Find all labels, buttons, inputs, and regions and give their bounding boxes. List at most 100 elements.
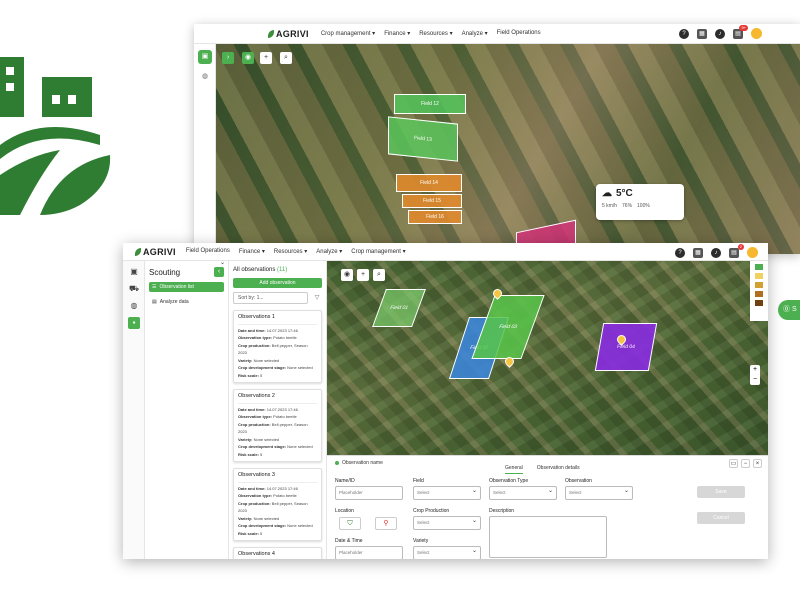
- bell-icon[interactable]: ♪: [715, 28, 725, 39]
- calendar-icon[interactable]: ▦: [693, 247, 703, 258]
- map-field[interactable]: Field 12: [394, 94, 466, 114]
- satellite-icon[interactable]: ◍: [128, 300, 140, 312]
- date-label: Date & Time: [335, 538, 363, 544]
- expand-icon[interactable]: ›: [222, 52, 234, 64]
- help-icon[interactable]: ?: [675, 247, 685, 258]
- observation-card[interactable]: Observations 1 Date and time: 14.07.2023…: [233, 310, 322, 383]
- layers-icon[interactable]: ◉: [341, 269, 353, 281]
- observation-card[interactable]: Observations 2 Date and time: 14.07.2023…: [233, 389, 322, 462]
- field-select[interactable]: Select: [413, 485, 481, 500]
- filter-icon[interactable]: ▽: [312, 293, 322, 303]
- nav-field-operations[interactable]: Field Operations: [186, 248, 230, 255]
- menu-label: Observation list: [159, 284, 194, 290]
- map-field[interactable]: Field 03: [471, 295, 545, 359]
- nav-crop-management[interactable]: Crop management ▾: [351, 248, 405, 255]
- crop-production-label: Crop Production: [413, 508, 450, 514]
- minimize-icon[interactable]: −: [741, 459, 750, 468]
- field-label: Field 15: [423, 198, 441, 204]
- search-icon[interactable]: ⌕: [280, 52, 292, 64]
- map-field[interactable]: Field 04: [594, 323, 658, 371]
- bell-icon[interactable]: ♪: [711, 247, 721, 258]
- tractor-icon[interactable]: ⛟: [128, 283, 140, 295]
- map-field[interactable]: Field 01: [372, 289, 426, 327]
- agrivi-logo-icon: [0, 57, 111, 215]
- description-textarea[interactable]: [489, 516, 607, 558]
- card-value: 5: [260, 451, 263, 457]
- clouds-value: 100%: [637, 203, 650, 209]
- print-icon[interactable]: ▭: [729, 459, 738, 468]
- map-field[interactable]: Field 15: [402, 194, 462, 208]
- zoom-out-icon[interactable]: −: [750, 375, 760, 385]
- card-label: Risk scale:: [238, 530, 259, 536]
- card-label: Variety:: [238, 436, 253, 442]
- layers-icon[interactable]: ◉: [242, 52, 254, 64]
- card-label: Date and time:: [238, 485, 266, 491]
- main-nav: Crop management ▾ Finance ▾ Resources ▾ …: [321, 30, 541, 37]
- calendar-icon[interactable]: ▦: [697, 28, 707, 39]
- tab-observation-details[interactable]: Observation details: [537, 465, 580, 474]
- map-field[interactable]: Field 16: [408, 210, 462, 224]
- avatar[interactable]: [747, 247, 758, 258]
- map-field[interactable]: Field 13: [388, 116, 458, 162]
- satellite-icon[interactable]: ◍: [198, 70, 212, 84]
- observations-heading: All observations (11): [233, 267, 322, 273]
- location-pin-icon[interactable]: ⚲: [375, 517, 397, 530]
- search-icon[interactable]: ⌕: [373, 269, 385, 281]
- notification-badge: 9+: [739, 24, 748, 31]
- nav-resources[interactable]: Resources ▾: [419, 30, 452, 37]
- toolbar-icons: ? ▦ ♪ ▤ 2: [675, 243, 758, 258]
- nav-analyze[interactable]: Analyze ▾: [316, 248, 342, 255]
- cancel-button[interactable]: Cancel: [697, 512, 745, 524]
- nav-resources[interactable]: Resources ▾: [274, 248, 307, 255]
- clipboard-icon[interactable]: ▣: [128, 266, 140, 278]
- sort-select[interactable]: Sort by: 1...: [233, 292, 308, 304]
- observation-card[interactable]: Observations 4: [233, 547, 322, 559]
- side-cta-label: S: [791, 306, 797, 313]
- close-icon[interactable]: ×: [753, 459, 762, 468]
- nav-finance[interactable]: Finance ▾: [239, 248, 265, 255]
- nav-field-operations[interactable]: Field Operations: [497, 30, 541, 37]
- nav-crop-management[interactable]: Crop management ▾: [321, 30, 375, 37]
- farm-map[interactable]: › ◉ + ⌕ Field 12 Field 13 Field 14 Field…: [216, 44, 800, 254]
- observation-select[interactable]: Select: [565, 485, 633, 500]
- chat-icon[interactable]: ▤ 9+: [733, 24, 748, 39]
- card-title: Observations 3: [238, 472, 317, 483]
- leaf-icon: [268, 29, 274, 38]
- plus-icon[interactable]: +: [357, 269, 369, 281]
- nav-finance[interactable]: Finance ▾: [384, 30, 410, 37]
- card-label: Observation type:: [238, 493, 273, 498]
- observation-type-select[interactable]: Select: [489, 485, 557, 500]
- map-legend: [750, 261, 768, 321]
- legend-swatch: [755, 300, 763, 306]
- add-observation-button[interactable]: Add observation: [233, 278, 322, 288]
- zoom-control: + −: [750, 365, 760, 385]
- plus-icon[interactable]: +: [260, 52, 272, 64]
- nav-analyze[interactable]: Analyze ▾: [462, 30, 488, 37]
- name-input[interactable]: Placeholder: [335, 486, 403, 500]
- card-label: Date and time:: [238, 406, 266, 412]
- tab-general[interactable]: General: [505, 465, 523, 474]
- scouting-map[interactable]: ◉ + ⌕ Field 01 Field 02 Field 03 Field 0…: [327, 261, 768, 455]
- chat-icon[interactable]: ▤ 2: [729, 243, 744, 258]
- save-button[interactable]: Save: [697, 486, 745, 498]
- main-nav: Field Operations Finance ▾ Resources ▾ A…: [186, 248, 406, 255]
- menu-observation-list[interactable]: ☰ Observation list: [149, 282, 224, 292]
- card-label: Crop development stage:: [238, 523, 287, 528]
- card-label: Date and time:: [238, 327, 266, 333]
- variety-select[interactable]: Select: [413, 545, 481, 559]
- zoom-in-icon[interactable]: +: [750, 365, 760, 375]
- scouting-icon[interactable]: ▪: [128, 317, 140, 329]
- date-input[interactable]: Placeholder: [335, 546, 403, 559]
- map-field[interactable]: Field 14: [396, 174, 462, 192]
- avatar[interactable]: [751, 28, 762, 39]
- crop-production-select[interactable]: Select: [413, 515, 481, 530]
- collapse-icon[interactable]: ‹: [214, 267, 224, 277]
- shield-icon[interactable]: ⛉: [339, 517, 361, 530]
- notification-badge: 2: [737, 243, 744, 250]
- side-cta-button[interactable]: ⓪ S: [778, 300, 800, 320]
- help-icon[interactable]: ?: [679, 28, 689, 39]
- menu-analyze-data[interactable]: ▤ Analyze data: [149, 297, 224, 307]
- clipboard-icon[interactable]: ▣: [198, 50, 212, 64]
- list-icon: ☰: [152, 284, 157, 290]
- observation-card[interactable]: Observations 3 Date and time: 14.07.2023…: [233, 468, 322, 541]
